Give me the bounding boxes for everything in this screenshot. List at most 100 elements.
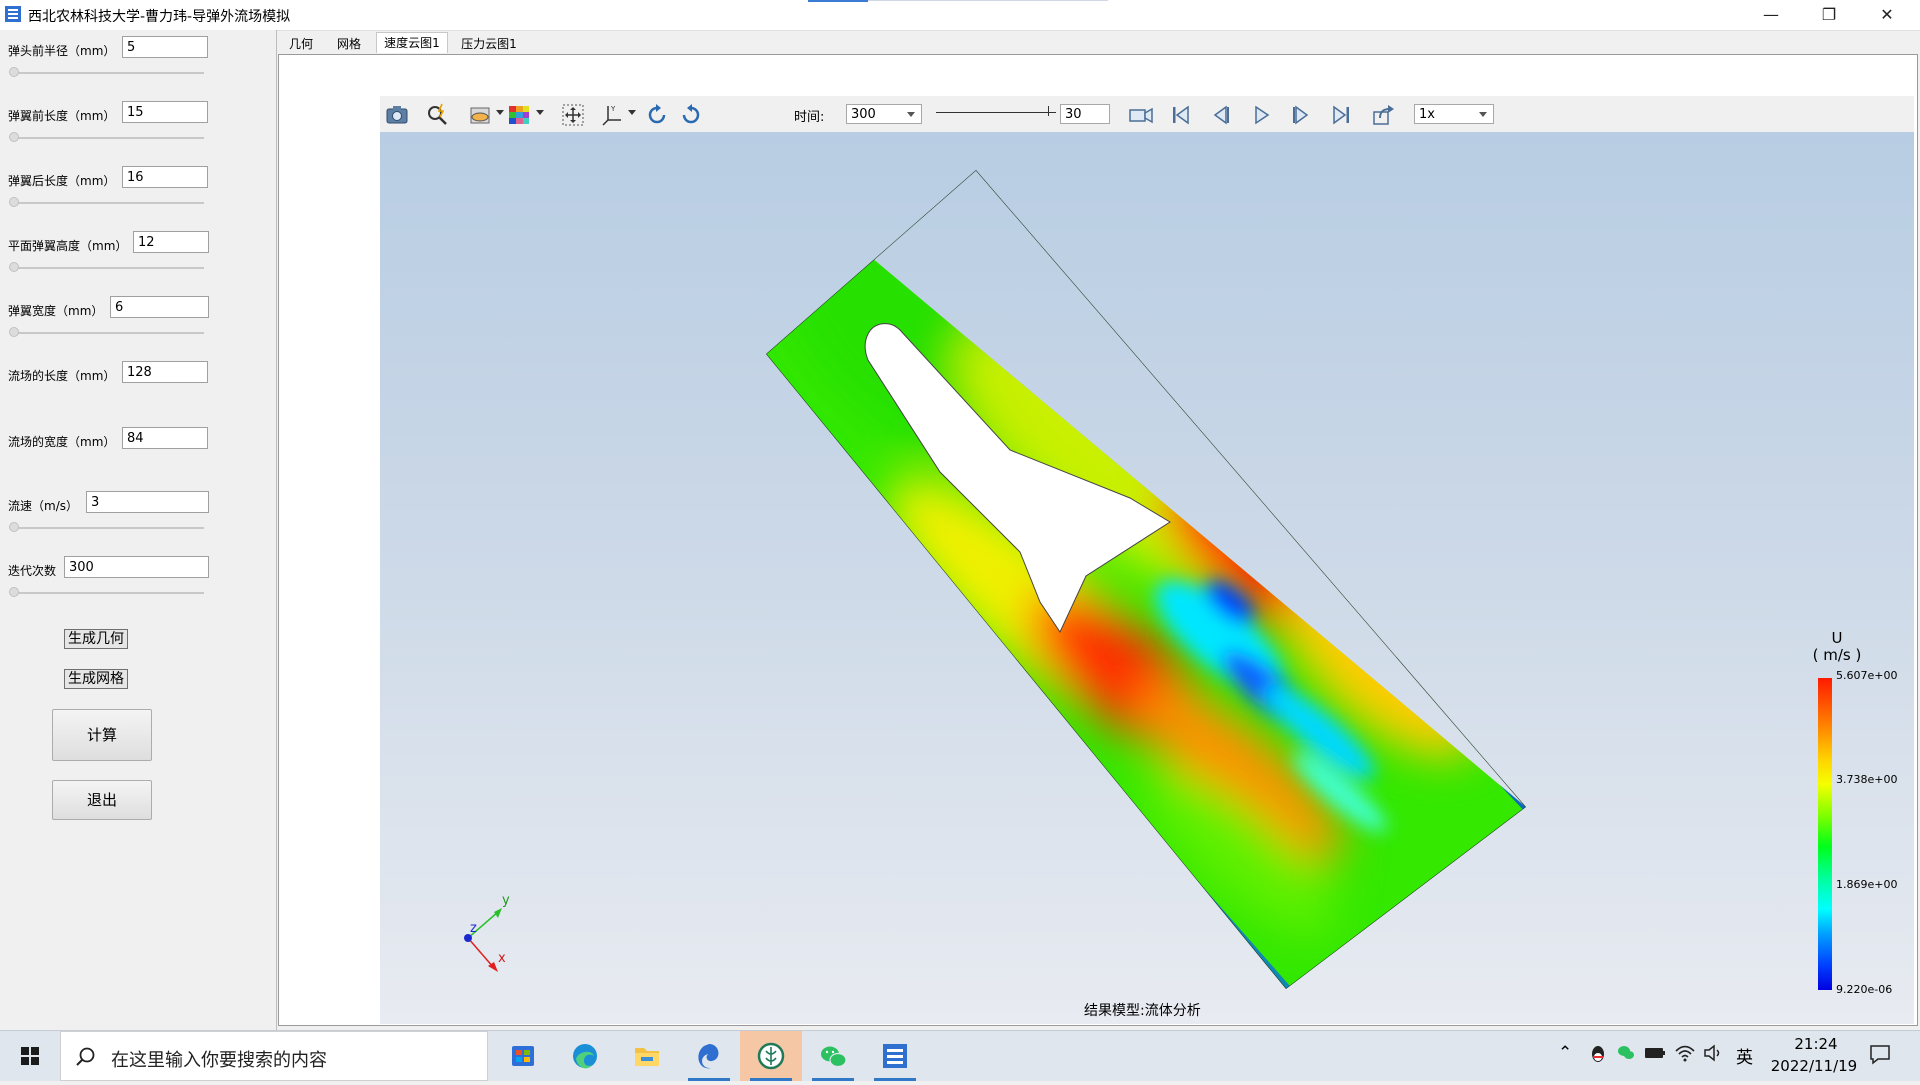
wing-front-length-input[interactable]: 15	[122, 101, 208, 123]
velocity-contour-canvas[interactable]: y z x	[380, 132, 1914, 1024]
nose-radius-slider-knob[interactable]	[9, 67, 19, 77]
wing-rear-length-slider-knob[interactable]	[9, 197, 19, 207]
title-accent	[808, 0, 868, 2]
frame-spinbox[interactable]: 30	[1060, 104, 1110, 124]
param-label-wing-width: 弹翼宽度（mm）	[8, 304, 104, 318]
last-frame-icon[interactable]	[1328, 102, 1354, 128]
wing-width-input[interactable]: 6	[110, 296, 209, 318]
tab-velocity-contour[interactable]: 速度云图1	[376, 32, 448, 53]
notification-icon[interactable]	[1868, 1043, 1892, 1065]
next-frame-icon[interactable]	[1288, 102, 1314, 128]
first-frame-icon[interactable]	[1168, 102, 1194, 128]
param-label-field-length: 流场的长度（mm）	[8, 369, 116, 383]
zoom-search-icon[interactable]	[424, 102, 450, 128]
wifi-icon[interactable]	[1674, 1043, 1696, 1063]
display-mode-dropdown-icon[interactable]	[496, 110, 504, 115]
field-length-input[interactable]: 128	[122, 361, 208, 383]
time-slider[interactable]	[936, 112, 1056, 113]
taskbar-university-app[interactable]	[740, 1031, 802, 1081]
ime-indicator[interactable]: 英	[1736, 1043, 1753, 1068]
time-select-value: 300	[851, 107, 876, 122]
clock-time[interactable]: 21:24	[1786, 1035, 1846, 1053]
nose-radius-input[interactable]: 5	[122, 36, 208, 58]
app-icon	[5, 6, 21, 22]
fit-view-icon[interactable]	[560, 102, 586, 128]
wing-front-length-slider[interactable]	[14, 137, 204, 139]
wechat-icon	[821, 1046, 847, 1068]
restore-button[interactable]: ❐	[1800, 0, 1858, 30]
iterations-slider-knob[interactable]	[9, 587, 19, 597]
param-label-field-width: 流场的宽度（mm）	[8, 435, 116, 449]
window-title: 西北农林科技大学-曹力玮-导弹外流场模拟	[28, 9, 291, 25]
chevron-up-icon[interactable]: ⌃	[1558, 1043, 1572, 1063]
time-select[interactable]: 300	[846, 104, 922, 124]
wing-rear-length-slider[interactable]	[14, 202, 204, 204]
taskbar-explorer-app[interactable]	[616, 1031, 678, 1081]
volume-icon[interactable]	[1702, 1043, 1724, 1063]
close-button[interactable]: ✕	[1858, 0, 1916, 30]
iterations-input[interactable]: 300	[64, 556, 209, 578]
clock-date[interactable]: 2022/11/19	[1764, 1057, 1864, 1075]
store-icon	[512, 1046, 534, 1066]
wing-height-slider-knob[interactable]	[9, 262, 19, 272]
color-scale-bar	[1818, 678, 1832, 990]
display-mode-icon[interactable]	[468, 102, 494, 128]
taskbar-store-app[interactable]	[492, 1031, 554, 1081]
generate-mesh-button[interactable]: 生成网格	[64, 669, 128, 689]
compute-button[interactable]: 计算	[52, 709, 152, 761]
iterations-slider[interactable]	[14, 592, 204, 594]
window-titlebar: 西北农林科技大学-曹力玮-导弹外流场模拟 — ❐ ✕	[0, 0, 1920, 31]
taskbar-wechat-app[interactable]	[802, 1031, 864, 1081]
wing-width-slider-knob[interactable]	[9, 327, 19, 337]
wing-rear-length-input[interactable]: 16	[122, 166, 208, 188]
taskbar-edge-app[interactable]	[554, 1031, 616, 1081]
simulation-app-icon	[883, 1044, 907, 1068]
field-width-input[interactable]: 84	[122, 427, 208, 449]
exit-button[interactable]: 退出	[52, 780, 152, 820]
tab-pressure-contour[interactable]: 压力云图1	[458, 34, 520, 54]
previous-frame-icon[interactable]	[1208, 102, 1234, 128]
chevron-down-icon	[907, 112, 915, 117]
axis-dropdown-icon[interactable]	[628, 110, 636, 115]
generate-geometry-button[interactable]: 生成几何	[64, 629, 128, 649]
flow-speed-slider[interactable]	[14, 527, 204, 529]
folder-icon	[635, 1048, 659, 1066]
minimize-button[interactable]: —	[1742, 0, 1800, 30]
title-accent-line	[868, 0, 1108, 1]
viewer-toolbar: Y 时间: 300 30 1x	[380, 96, 1914, 133]
flow-speed-slider-knob[interactable]	[9, 522, 19, 532]
color-map-dropdown-icon[interactable]	[536, 110, 544, 115]
taskbar-simulation-app[interactable]	[864, 1031, 926, 1081]
color-map-icon[interactable]	[506, 102, 532, 128]
tab-mesh[interactable]: 网格	[334, 34, 364, 54]
battery-icon[interactable]	[1644, 1043, 1666, 1063]
rotate-left-icon[interactable]	[678, 102, 704, 128]
tab-geometry[interactable]: 几何	[288, 34, 314, 54]
qq-icon[interactable]	[1588, 1043, 1608, 1065]
wing-height-input[interactable]: 12	[133, 231, 209, 253]
taskbar-search-box[interactable]: 在这里输入你要搜索的内容	[60, 1031, 488, 1081]
record-video-icon[interactable]	[1128, 102, 1154, 128]
legend-tick-low: 1.869e+00	[1836, 878, 1898, 891]
play-icon[interactable]	[1248, 102, 1274, 128]
time-slider-handle[interactable]	[1048, 106, 1049, 116]
wechat-tray-icon[interactable]	[1616, 1043, 1636, 1063]
rotate-right-icon[interactable]	[644, 102, 670, 128]
axis-y-label: y	[502, 893, 510, 908]
result-model-label: 结果模型:流体分析	[1084, 1003, 1201, 1019]
windows-start-icon[interactable]	[0, 1031, 60, 1081]
wing-height-slider[interactable]	[14, 267, 204, 269]
camera-icon[interactable]	[384, 102, 410, 128]
export-icon[interactable]	[1370, 102, 1396, 128]
wing-front-length-slider-knob[interactable]	[9, 132, 19, 142]
wing-width-slider[interactable]	[14, 332, 204, 334]
legend-unit: ( m/s )	[1812, 646, 1862, 664]
chevron-down-icon	[1479, 112, 1487, 117]
flow-speed-input[interactable]: 3	[86, 491, 209, 513]
axis-orientation-icon[interactable]: Y	[600, 102, 626, 128]
nose-radius-slider[interactable]	[14, 72, 204, 74]
axis-x-label: x	[498, 951, 506, 966]
playback-speed-select[interactable]: 1x	[1414, 104, 1494, 124]
legend-tick-high: 3.738e+00	[1836, 773, 1898, 786]
taskbar-app-blue[interactable]	[678, 1031, 740, 1081]
